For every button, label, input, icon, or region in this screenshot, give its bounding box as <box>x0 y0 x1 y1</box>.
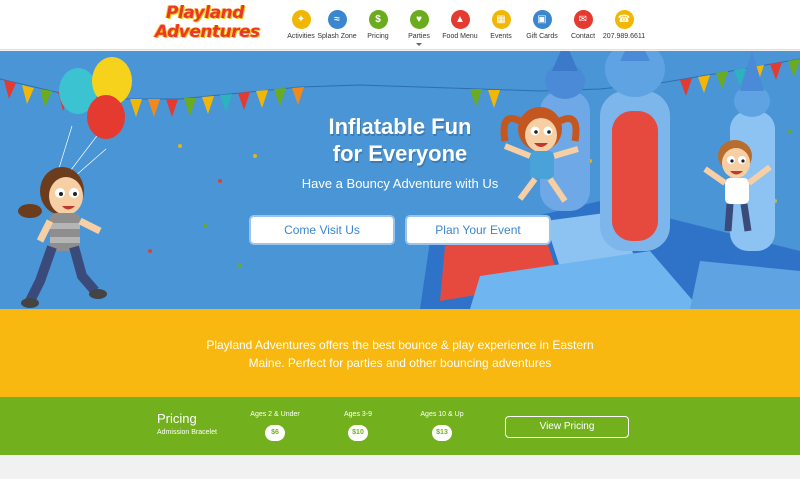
pricing-bar: Pricing Admission Bracelet Ages 2 & Unde… <box>0 397 800 455</box>
nav-parties[interactable]: ♥ Parties <box>396 0 442 50</box>
splash-zone-icon: ≈ <box>327 10 347 29</box>
nav-phone[interactable]: ☎ 207.989.6611 <box>601 0 647 50</box>
contact-icon: ✉ <box>573 10 593 29</box>
price-tier-value: $6 <box>265 425 285 441</box>
nav-splash-zone[interactable]: ≈ Splash Zone <box>314 0 360 50</box>
nav-pricing[interactable]: $ Pricing <box>355 0 401 50</box>
events-icon: ▦ <box>491 10 511 29</box>
price-tier: Ages 2 & Under $6 <box>240 411 310 441</box>
food-menu-icon: ▲ <box>450 10 470 29</box>
site-header: Playland Adventures ✦ Activities ≈ Splas… <box>0 0 800 50</box>
hero-title-line-2: for Everyone <box>332 141 468 166</box>
nav-label: 207.989.6611 <box>602 33 646 40</box>
hero-title-line-1: Inflatable Fun <box>328 114 472 139</box>
gift-cards-icon: ▣ <box>532 10 552 29</box>
intro-text: Playland Adventures offers the best boun… <box>206 338 594 370</box>
price-tier-label: Ages 10 & Up <box>420 411 464 418</box>
price-tier-label: Ages 2 & Under <box>250 411 300 418</box>
price-tier-label: Ages 3-9 <box>343 411 373 418</box>
pricing-subtitle: Admission Bracelet <box>157 429 217 436</box>
nav-events[interactable]: ▦ Events <box>478 0 524 50</box>
view-pricing-button[interactable]: View Pricing <box>505 416 629 438</box>
parties-icon: ♥ <box>409 10 429 29</box>
nav-food-menu[interactable]: ▲ Food Menu <box>437 0 483 50</box>
nav-contact[interactable]: ✉ Contact <box>560 0 606 50</box>
page-bottom <box>0 455 800 479</box>
hero-title: Inflatable Fun for Everyone <box>250 113 550 167</box>
price-tier-value: $13 <box>432 425 452 441</box>
intro-band: Playland Adventures offers the best boun… <box>0 309 800 397</box>
phone-icon: ☎ <box>614 10 634 29</box>
hero-subtitle: Have a Bouncy Adventure with Us <box>301 176 499 191</box>
price-tier: Ages 10 & Up $13 <box>407 411 477 441</box>
site-logo[interactable]: Playland Adventures <box>155 3 260 46</box>
chevron-down-icon <box>416 43 422 46</box>
come-visit-us-button[interactable]: Come Visit Us <box>249 215 395 245</box>
hero-banner: Inflatable Fun for Everyone Have a Bounc… <box>0 51 800 309</box>
plan-your-event-button[interactable]: Plan Your Event <box>405 215 551 245</box>
activities-icon: ✦ <box>291 10 311 29</box>
price-tier-value: $10 <box>348 425 368 441</box>
logo-line-2: Adventures <box>155 22 260 42</box>
girl-character <box>18 167 107 308</box>
logo-line-1: Playland <box>166 3 244 23</box>
pricing-title: Pricing <box>157 411 197 426</box>
nav-gift-cards[interactable]: ▣ Gift Cards <box>519 0 565 50</box>
price-tier: Ages 3-9 $10 <box>323 411 393 441</box>
pricing-icon: $ <box>368 10 388 29</box>
